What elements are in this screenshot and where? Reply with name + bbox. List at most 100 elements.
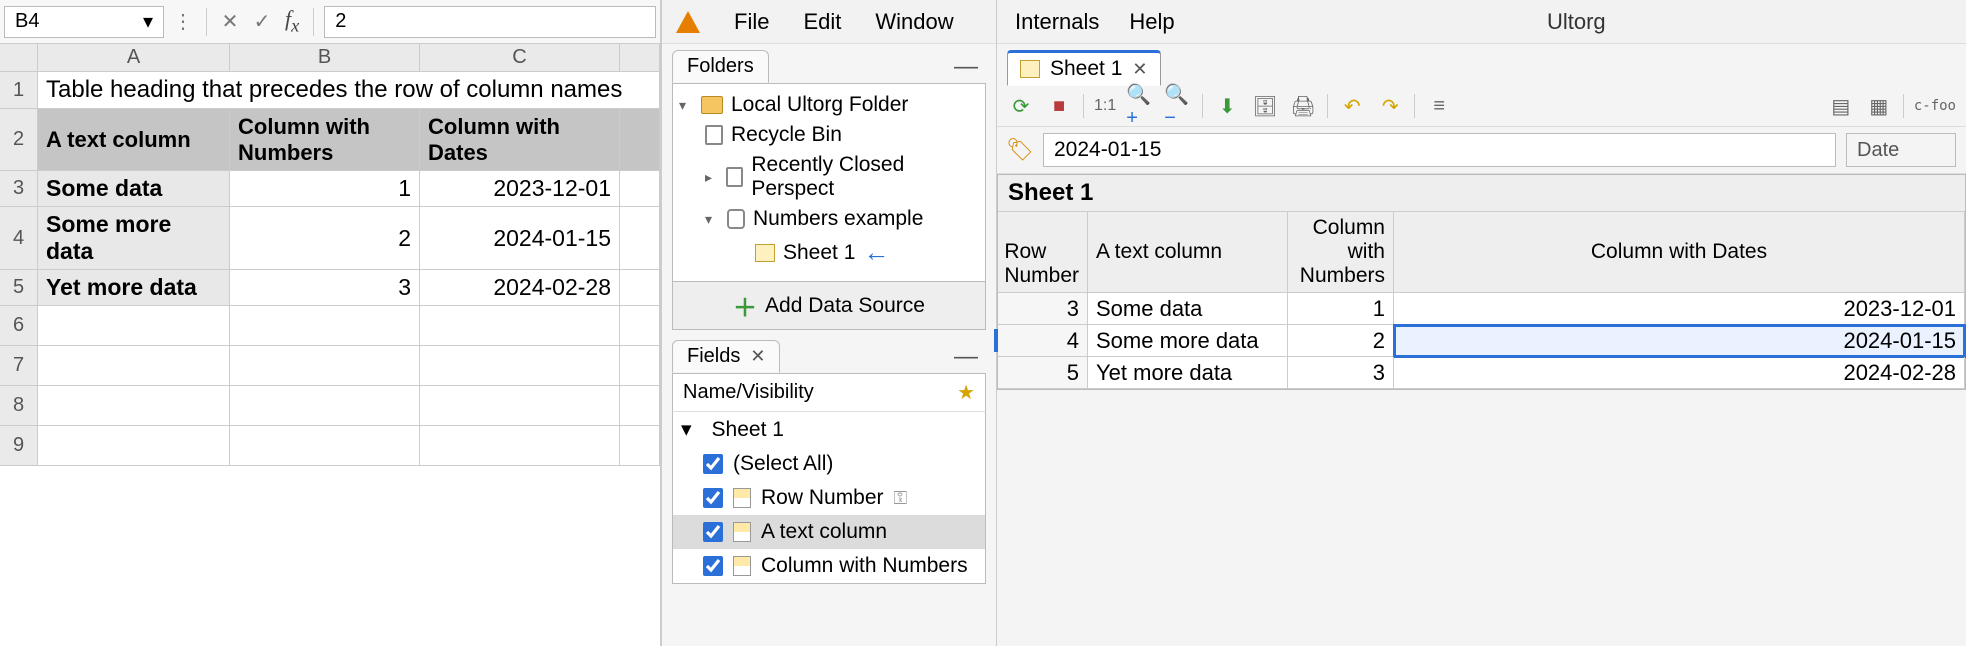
- cell-B9[interactable]: [230, 426, 420, 466]
- grid-col-dates[interactable]: Column with Dates: [1394, 212, 1965, 293]
- grid-cell-date[interactable]: 2023-12-01: [1394, 293, 1965, 325]
- fields-item-text-column[interactable]: A text column: [673, 515, 985, 549]
- cell-C8[interactable]: [420, 386, 620, 426]
- select-all-checkbox[interactable]: [703, 454, 723, 474]
- chevron-down-icon[interactable]: ▾: [681, 417, 692, 442]
- grid-icon[interactable]: ▦: [1865, 92, 1893, 120]
- chevron-down-icon[interactable]: ▾: [705, 211, 719, 228]
- grid-cell-rn[interactable]: 3: [998, 293, 1088, 325]
- cell-reference-input[interactable]: B4 ▾: [4, 6, 164, 38]
- menu-file[interactable]: File: [734, 9, 769, 35]
- select-all-corner[interactable]: [0, 44, 38, 72]
- cell-B8[interactable]: [230, 386, 420, 426]
- chevron-down-icon[interactable]: ▾: [143, 9, 153, 34]
- column-header-A[interactable]: A: [38, 44, 230, 72]
- fields-tab[interactable]: Fields ✕: [672, 340, 780, 373]
- value-input[interactable]: 2024-01-15: [1043, 133, 1836, 167]
- col-header-dates[interactable]: Column with Dates: [420, 109, 620, 171]
- cell-C3[interactable]: 2023-12-01: [420, 171, 620, 207]
- minimize-icon[interactable]: —: [946, 343, 986, 371]
- foo-button[interactable]: c-foo: [1914, 92, 1956, 120]
- undo-icon[interactable]: ↶: [1338, 92, 1366, 120]
- column-header-C[interactable]: C: [420, 44, 620, 72]
- grid-cell-text[interactable]: Some data: [1088, 293, 1288, 325]
- cell-D8[interactable]: [620, 386, 660, 426]
- cell-C6[interactable]: [420, 306, 620, 346]
- grid-cell-text[interactable]: Some more data: [1088, 325, 1288, 357]
- menu-window[interactable]: Window: [875, 9, 953, 35]
- cell-C7[interactable]: [420, 346, 620, 386]
- fields-sheet-node[interactable]: ▾ Sheet 1: [673, 412, 985, 447]
- vertical-dots-icon[interactable]: ⋮: [170, 9, 196, 35]
- grid-cell-date[interactable]: 2024-01-15: [1394, 325, 1965, 357]
- import-icon[interactable]: ⬇: [1213, 92, 1241, 120]
- cell-B5[interactable]: 3: [230, 270, 420, 306]
- cell-D4[interactable]: [620, 207, 660, 270]
- grid-col-text[interactable]: A text column: [1088, 212, 1288, 293]
- cell-C9[interactable]: [420, 426, 620, 466]
- cell-B4[interactable]: 2: [230, 207, 420, 270]
- field-checkbox[interactable]: [703, 556, 723, 576]
- cell-B7[interactable]: [230, 346, 420, 386]
- grid-cell-date[interactable]: 2024-02-28: [1394, 357, 1965, 389]
- chevron-down-icon[interactable]: ▾: [679, 97, 693, 114]
- cell-A6[interactable]: [38, 306, 230, 346]
- cell-A9[interactable]: [38, 426, 230, 466]
- accept-formula-icon[interactable]: ✓: [249, 9, 275, 35]
- add-data-source-button[interactable]: ＋ Add Data Source: [672, 282, 986, 330]
- formula-input[interactable]: 2: [324, 6, 656, 38]
- row-header-3[interactable]: 3: [0, 171, 38, 207]
- table-row[interactable]: 4 Some more data 2 2024-01-15: [998, 325, 1965, 357]
- field-checkbox[interactable]: [703, 488, 723, 508]
- cell-B3[interactable]: 1: [230, 171, 420, 207]
- row-header-2[interactable]: 2: [0, 109, 38, 171]
- zoom-in-icon[interactable]: 🔍+: [1126, 92, 1154, 120]
- cell-A7[interactable]: [38, 346, 230, 386]
- cell-C5[interactable]: 2024-02-28: [420, 270, 620, 306]
- fields-item-numbers[interactable]: Column with Numbers: [673, 549, 985, 583]
- grid-cell-num[interactable]: 2: [1288, 325, 1394, 357]
- fields-select-all[interactable]: (Select All): [673, 447, 985, 481]
- cell-D5[interactable]: [620, 270, 660, 306]
- print-icon[interactable]: 🖨: [1289, 92, 1317, 120]
- grid-cell-num[interactable]: 3: [1288, 357, 1394, 389]
- grid-cell-rn[interactable]: 5: [998, 357, 1088, 389]
- row-header-7[interactable]: 7: [0, 346, 38, 386]
- row-header-5[interactable]: 5: [0, 270, 38, 306]
- cell-D9[interactable]: [620, 426, 660, 466]
- zoom-out-icon[interactable]: 🔍−: [1164, 92, 1192, 120]
- align-icon[interactable]: ≡: [1425, 92, 1453, 120]
- cell-D7[interactable]: [620, 346, 660, 386]
- close-icon[interactable]: ✕: [1132, 59, 1147, 80]
- cell-A3[interactable]: Some data: [38, 171, 230, 207]
- row-header-4[interactable]: 4: [0, 207, 38, 270]
- layout-icon[interactable]: ▤: [1827, 92, 1855, 120]
- sheet-tab[interactable]: Sheet 1 ✕: [1007, 50, 1161, 86]
- tree-recycle-bin[interactable]: Recycle Bin: [677, 120, 981, 150]
- col-header-text[interactable]: A text column: [38, 109, 230, 171]
- menu-edit[interactable]: Edit: [803, 9, 841, 35]
- tree-db[interactable]: ▾ Numbers example: [677, 204, 981, 234]
- minimize-icon[interactable]: —: [946, 53, 986, 81]
- scale-11-button[interactable]: 1:1: [1094, 92, 1116, 120]
- cell-D6[interactable]: [620, 306, 660, 346]
- cell-empty[interactable]: [620, 109, 660, 171]
- tree-root[interactable]: ▾ Local Ultorg Folder: [677, 90, 981, 120]
- database-icon[interactable]: 🗄: [1251, 92, 1279, 120]
- grid-cell-text[interactable]: Yet more data: [1088, 357, 1288, 389]
- cell-A5[interactable]: Yet more data: [38, 270, 230, 306]
- row-header-6[interactable]: 6: [0, 306, 38, 346]
- cell-A4[interactable]: Some more data: [38, 207, 230, 270]
- row-header-1[interactable]: 1: [0, 72, 38, 109]
- menu-internals[interactable]: Internals: [1015, 9, 1099, 35]
- tag-icon[interactable]: 🏷: [1007, 137, 1033, 163]
- grid-col-rownum[interactable]: Row Number: [998, 212, 1088, 293]
- cell-C4[interactable]: 2024-01-15: [420, 207, 620, 270]
- fields-item-row-number[interactable]: Row Number ⚿: [673, 481, 985, 515]
- grid-col-numbers[interactable]: Column with Numbers: [1288, 212, 1394, 293]
- fx-icon[interactable]: fx: [281, 6, 303, 36]
- field-checkbox[interactable]: [703, 522, 723, 542]
- cell-A8[interactable]: [38, 386, 230, 426]
- cancel-formula-icon[interactable]: ✕: [217, 9, 243, 35]
- star-icon[interactable]: ★: [957, 380, 975, 405]
